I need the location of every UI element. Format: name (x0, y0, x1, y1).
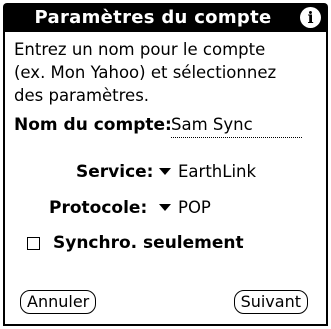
instructions-text: Entrez un nom pour le compte (ex. Mon Ya… (14, 40, 277, 105)
service-label: Service: (76, 162, 154, 182)
cancel-button[interactable]: Annuler (20, 290, 97, 314)
next-button[interactable]: Suivant (233, 290, 308, 314)
service-dropdown[interactable]: EarthLink (159, 160, 256, 184)
sync-only-label[interactable]: Synchro. seulement (53, 231, 244, 255)
dropdown-arrow-icon (159, 204, 171, 211)
protocol-label: Protocole: (49, 198, 148, 218)
title-bar: Paramètres du compte i (3, 3, 328, 32)
dialog-title: Paramètres du compte (34, 7, 272, 28)
account-name-field[interactable]: Sam Sync (171, 113, 302, 138)
sync-only-checkbox[interactable] (27, 237, 40, 250)
account-name-label: Nom du compte: (14, 115, 172, 135)
protocol-dropdown[interactable]: POP (159, 196, 211, 220)
protocol-selected-value: POP (178, 198, 211, 217)
info-icon[interactable]: i (300, 7, 321, 28)
account-settings-dialog: Paramètres du compte i Entrez un nom pou… (0, 0, 331, 329)
service-selected-value: EarthLink (178, 162, 257, 181)
dropdown-arrow-icon (159, 168, 171, 175)
